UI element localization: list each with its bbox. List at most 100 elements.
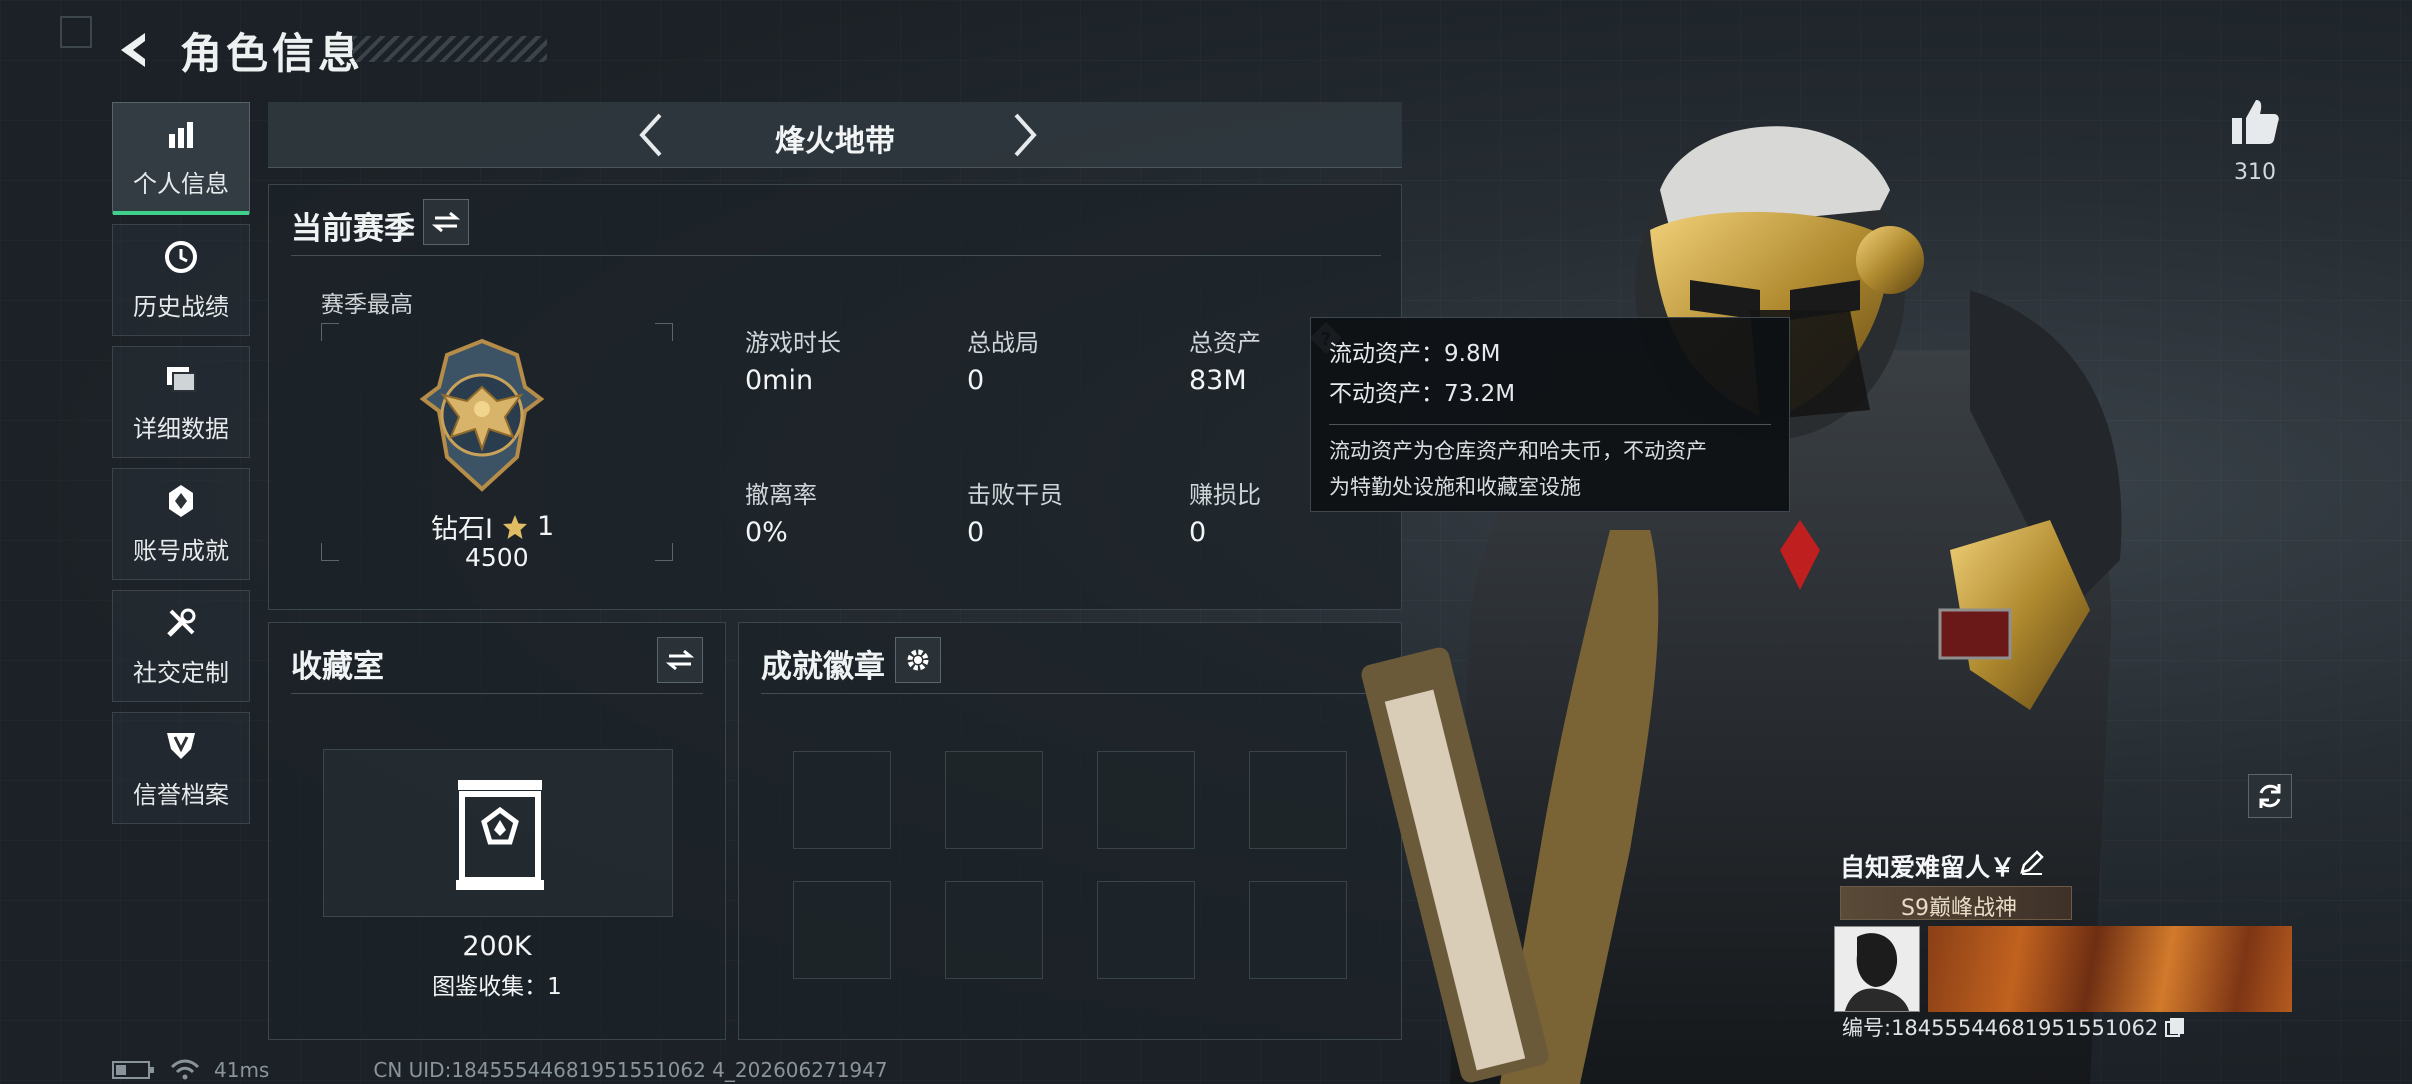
tools-icon	[167, 608, 196, 637]
shield-emblem-icon	[167, 732, 195, 759]
achievement-icon	[169, 484, 193, 517]
clock-history-icon	[165, 240, 197, 273]
frame-corner	[321, 323, 339, 341]
rank-points: 4500	[465, 543, 529, 572]
tooltip-fixed-assets: 不动资产：73.2M	[1329, 381, 1516, 407]
collection-count: 图鉴收集：1	[432, 974, 562, 1000]
stat-value: 0%	[745, 517, 788, 548]
chevron-right-icon	[1014, 113, 1037, 157]
edit-name-button[interactable]	[2018, 848, 2050, 880]
sidebar-item-match-history[interactable]: 历史战绩	[112, 224, 250, 336]
badges-settings-button[interactable]	[895, 637, 941, 683]
stat-label: 总战局	[967, 329, 1039, 357]
collection-value: 200K	[462, 931, 532, 962]
vault-icon	[456, 780, 544, 890]
sidebar-item-label: 信誉档案	[133, 780, 229, 809]
season-switch-button[interactable]	[423, 199, 469, 245]
sidebar-item-detailed-data[interactable]: 详细数据	[112, 346, 250, 458]
swap-icon	[666, 649, 694, 671]
rotate-view-button[interactable]	[2248, 774, 2292, 818]
stat-value: 0min	[745, 365, 814, 396]
back-arrow-icon	[121, 33, 145, 67]
badge-slot[interactable]	[793, 751, 891, 849]
tooltip-description-line1: 流动资产为仓库资产和哈夫币，不动资产	[1329, 439, 1707, 463]
frame-corner	[655, 323, 673, 341]
sidebar-item-personal-info[interactable]: 个人信息	[112, 102, 250, 215]
sidebar-item-label: 个人信息	[133, 169, 229, 198]
player-name: 自知爱难留人￥	[1840, 853, 2016, 882]
avatar[interactable]	[1834, 926, 1920, 1012]
refresh-icon	[2259, 784, 2281, 808]
page-title: 角色信息	[180, 29, 365, 78]
tooltip-liquid-assets: 流动资产：9.8M	[1329, 341, 1501, 367]
asset-tooltip: 流动资产：9.8M 不动资产：73.2M 流动资产为仓库资产和哈夫币，不动资产 …	[1310, 317, 1790, 512]
player-card: 自知爱难留人￥ S9巅峰战神 编号:18455544681951551062	[1832, 838, 2294, 1048]
stat-label: 赚损比	[1189, 481, 1261, 509]
sidebar-item-label: 历史战绩	[133, 292, 229, 321]
stat-value: 0	[967, 365, 985, 396]
stat-label: 击败干员	[967, 481, 1063, 509]
player-title-text: S9巅峰战神	[1901, 896, 2017, 921]
copy-icon[interactable]	[2164, 1016, 2186, 1038]
rank-name: 钻石Ⅰ	[431, 514, 493, 545]
collection-title: 收藏室	[291, 649, 384, 685]
rank-label: 钻石Ⅰ 1	[431, 507, 554, 546]
divider	[761, 693, 1379, 694]
like-button[interactable]	[2228, 96, 2288, 156]
sidebar-item-achievements[interactable]: 账号成就	[112, 468, 250, 580]
stat-value: 83M	[1189, 365, 1247, 396]
player-banner[interactable]	[1928, 926, 2292, 1012]
sidebar-item-label: 详细数据	[133, 414, 229, 443]
swap-icon	[432, 211, 460, 233]
divider	[1329, 424, 1771, 425]
badges-panel: 成就徽章	[738, 622, 1402, 1040]
stat-value: 0	[967, 517, 985, 548]
stat-label: 总资产	[1189, 329, 1261, 357]
badges-title: 成就徽章	[761, 649, 885, 685]
sidebar-item-social-custom[interactable]: 社交定制	[112, 590, 250, 702]
sidebar-item-label: 账号成就	[133, 536, 229, 565]
divider	[291, 693, 703, 694]
tooltip-description-line2: 为特勤处设施和收藏室设施	[1329, 475, 1581, 499]
battery-icon	[112, 1061, 154, 1079]
avatar-portrait	[1835, 927, 1919, 1011]
status-bar: 41ms CN UID:18455544681951551062 4_20260…	[112, 1058, 888, 1082]
badge-slot[interactable]	[1097, 881, 1195, 979]
like-count: 310	[2234, 160, 2276, 185]
star-icon	[502, 514, 527, 539]
corner-decoration	[60, 16, 92, 48]
frame-corner	[321, 543, 339, 561]
title-decoration	[352, 36, 547, 62]
stat-label: 游戏时长	[745, 329, 841, 357]
mode-next-button[interactable]	[1000, 110, 1050, 160]
badge-slot[interactable]	[1097, 751, 1195, 849]
sidebar-item-credit-record[interactable]: 信誉档案	[112, 712, 250, 824]
badge-slot[interactable]	[945, 751, 1043, 849]
uid-text: CN UID:18455544681951551062 4_2026062719…	[373, 1058, 888, 1082]
badge-slot[interactable]	[945, 881, 1043, 979]
pencil-icon	[2020, 850, 2044, 875]
wifi-icon	[170, 1059, 200, 1080]
collection-panel: 收藏室 200K 图鉴收集：1	[268, 622, 726, 1040]
season-title: 当前赛季	[291, 211, 415, 247]
sidebar-item-label: 社交定制	[133, 658, 229, 687]
ping-value: 41ms	[214, 1058, 270, 1082]
collection-switch-button[interactable]	[657, 637, 703, 683]
mode-title: 烽火地带	[775, 124, 895, 159]
stat-value: 0	[1189, 517, 1207, 548]
rank-emblem-icon	[419, 338, 545, 492]
folders-icon	[167, 366, 196, 392]
collection-preview[interactable]	[323, 749, 673, 917]
divider	[291, 255, 1381, 256]
player-title-tag: S9巅峰战神	[1840, 886, 2072, 921]
stat-label: 撤离率	[745, 481, 817, 509]
badge-slot[interactable]	[793, 881, 891, 979]
frame-corner	[655, 543, 673, 561]
season-best-label: 赛季最高	[321, 292, 413, 318]
gear-icon	[907, 649, 929, 671]
player-id-row: 编号:18455544681951551062	[1832, 1012, 2186, 1042]
bar-chart-icon	[169, 121, 193, 148]
player-id: 编号:18455544681951551062	[1842, 1016, 2159, 1040]
rank-stars: 1	[536, 511, 555, 542]
back-button[interactable]	[112, 28, 160, 72]
